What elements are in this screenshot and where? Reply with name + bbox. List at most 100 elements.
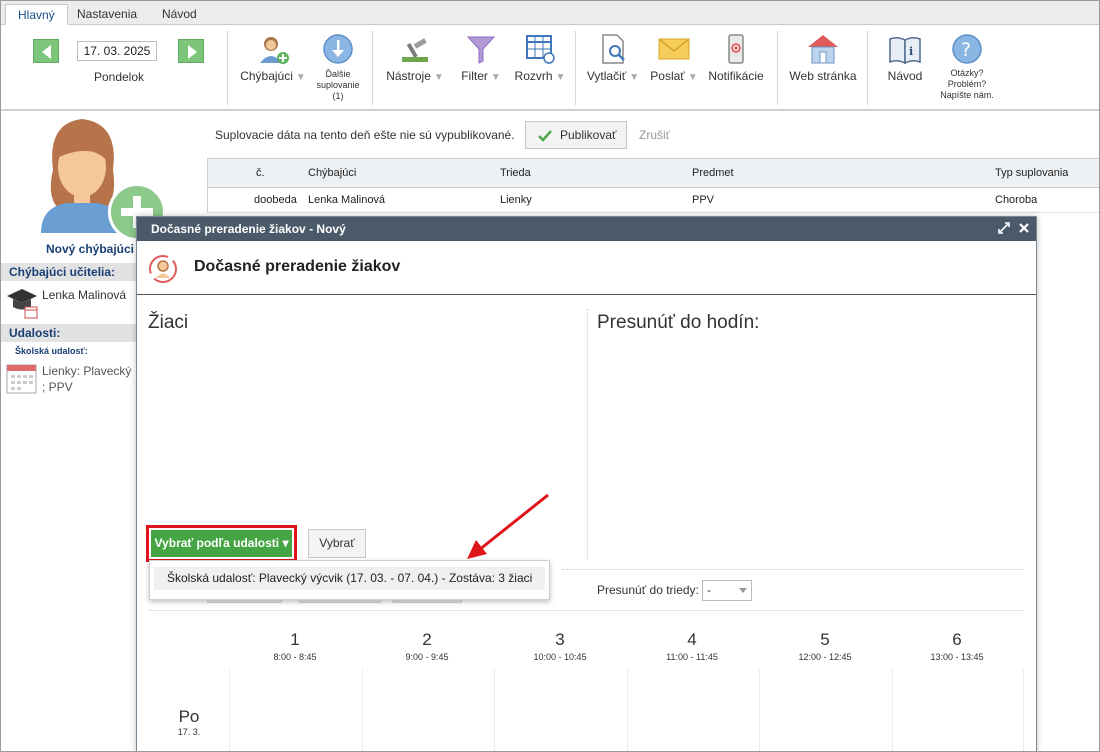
- manual-button[interactable]: i Návod: [879, 33, 931, 83]
- events-heading: Udalosti:: [1, 324, 136, 342]
- more-substitutions-line2: suplovanie: [316, 80, 360, 90]
- select-by-event-button[interactable]: Vybrať podľa udalosti ▾: [151, 530, 292, 557]
- website-button[interactable]: Web stránka: [787, 33, 859, 83]
- timetable-button[interactable]: Rozvrh ▼: [511, 33, 569, 83]
- event-dropdown-menu: Školská udalosť: Plavecký výcvik (17. 03…: [149, 560, 550, 600]
- dialog-header: Dočasné preradenie žiakov: [137, 241, 1036, 295]
- table-cell: doobeda: [254, 194, 297, 206]
- students-heading: Žiaci: [148, 312, 189, 333]
- period-time: 8:00 - 8:45: [273, 652, 317, 662]
- event-line1: Lienky: Plavecký: [42, 364, 132, 378]
- tools-icon: [402, 38, 428, 62]
- left-panel: Nový chýbajúci Chýbajúci učitelia: Lenka…: [1, 113, 166, 751]
- period-header: 6 13:00 - 13:45: [891, 630, 1023, 662]
- period-number: 4: [687, 630, 697, 649]
- dialog-title-bar[interactable]: Dočasné preradenie žiakov - Nový: [137, 217, 1036, 241]
- filter-button[interactable]: Filter ▼: [456, 33, 506, 83]
- notifications-button[interactable]: Notifikácie: [706, 33, 766, 83]
- maximize-icon[interactable]: [997, 221, 1011, 235]
- cancel-button[interactable]: Zrušiť: [639, 128, 670, 142]
- column-header[interactable]: Chýbajúci: [308, 167, 356, 179]
- timetable-label: Rozvrh: [514, 69, 553, 83]
- event-menu-item[interactable]: Školská udalosť: Plavecký výcvik (17. 03…: [154, 567, 545, 590]
- close-icon[interactable]: [1017, 221, 1031, 235]
- timetable-icon: [526, 35, 555, 64]
- event-line2: ; PPV: [42, 380, 73, 394]
- select-by-event-label: Vybrať podľa udalosti: [154, 536, 280, 550]
- chevron-down-icon: ▼: [295, 72, 306, 83]
- lesson-slot[interactable]: [229, 669, 362, 751]
- home-icon: [808, 35, 838, 64]
- column-header[interactable]: č.: [256, 167, 265, 179]
- tools-button[interactable]: Nástroje ▼: [384, 33, 446, 83]
- day-label: Pondelok: [93, 70, 145, 84]
- chevron-down-icon: ▼: [433, 72, 444, 83]
- ribbon-divider: [227, 31, 228, 105]
- table-cell: Lienky: [500, 194, 532, 206]
- send-button[interactable]: Poslať ▼: [647, 33, 701, 83]
- next-day-button[interactable]: [178, 39, 204, 63]
- column-header[interactable]: Trieda: [500, 167, 531, 179]
- tools-label: Nástroje: [386, 69, 431, 83]
- tab-navod[interactable]: Návod: [150, 4, 209, 25]
- select-button[interactable]: Vybrať: [308, 529, 366, 558]
- period-number: 5: [820, 630, 830, 649]
- move-to-class-select[interactable]: -: [702, 580, 752, 601]
- print-preview-icon: [602, 34, 625, 64]
- chevron-down-icon: [739, 588, 747, 593]
- graduation-cap-icon: [7, 289, 38, 319]
- lesson-slot[interactable]: [494, 669, 627, 751]
- period-number: 6: [952, 630, 962, 649]
- column-header[interactable]: Predmet: [692, 167, 734, 179]
- tab-hlavny[interactable]: Hlavný: [5, 4, 68, 25]
- arrow-left-icon: [42, 45, 51, 59]
- new-absent-link[interactable]: Nový chýbajúci: [1, 242, 136, 256]
- help-contact-button[interactable]: ? Otázky? Problém? Napíšte nám.: [935, 33, 999, 101]
- ribbon-divider: [777, 31, 778, 105]
- ribbon-toolbar: 17. 03. 2025 Pondelok Chýbajúci ▼ Ďalšie…: [1, 25, 1099, 111]
- substitution-grid-header: č. Chýbajúci Trieda Predmet Typ suplovan…: [207, 158, 1099, 188]
- svg-text:i: i: [909, 45, 913, 58]
- chevron-down-icon: ▼: [687, 72, 698, 83]
- absent-button[interactable]: Chýbajúci ▼: [238, 33, 308, 83]
- column-divider: [587, 309, 588, 559]
- ribbon-divider: [867, 31, 868, 105]
- ribbon-divider: [372, 31, 373, 105]
- print-button[interactable]: Vytlačiť ▼: [585, 33, 641, 83]
- table-row[interactable]: doobeda Lenka Malinová Lienky PPV Chorob…: [207, 188, 1099, 213]
- absent-button-label: Chýbajúci: [240, 69, 293, 83]
- period-header: 2 9:00 - 9:45: [361, 630, 493, 662]
- column-header[interactable]: Typ suplovania: [995, 167, 1068, 179]
- tab-nastavenia[interactable]: Nastavenia: [65, 4, 149, 25]
- table-cell: PPV: [692, 194, 715, 206]
- event-item[interactable]: Lienky: Plavecký ; PPV: [42, 363, 131, 395]
- highlight-frame: Vybrať podľa udalosti ▾: [146, 525, 297, 562]
- calendar-icon: [6, 364, 37, 394]
- more-substitutions-line1: Ďalšie: [325, 69, 351, 79]
- dialog-heading: Dočasné preradenie žiakov: [194, 258, 401, 275]
- school-event-label: Školská udalosť:: [15, 346, 88, 356]
- tab-bar: Hlavný Nastavenia Návod: [1, 1, 1099, 25]
- previous-day-button[interactable]: [33, 39, 59, 63]
- table-cell: Choroba: [995, 194, 1038, 206]
- chevron-down-icon: ▼: [490, 72, 501, 83]
- notifications-label: Notifikácie: [708, 69, 764, 83]
- table-cell: Lenka Malinová: [308, 194, 386, 206]
- lesson-slot[interactable]: [627, 669, 759, 751]
- date-field[interactable]: 17. 03. 2025: [77, 41, 157, 61]
- divider: [562, 569, 1024, 570]
- checkmark-icon: [538, 130, 552, 142]
- publish-button[interactable]: Publikovať: [525, 121, 627, 149]
- more-substitutions-button[interactable]: Ďalšie suplovanie (1): [313, 33, 363, 102]
- question-circle-icon: ?: [952, 34, 982, 64]
- lesson-slot[interactable]: [759, 669, 892, 751]
- period-number: 2: [422, 630, 432, 649]
- date-navigator: 17. 03. 2025 Pondelok: [33, 39, 205, 99]
- lesson-slot[interactable]: [892, 669, 1024, 751]
- absent-teacher-item[interactable]: Lenka Malinová: [42, 288, 126, 302]
- chevron-down-icon: ▼: [555, 72, 566, 83]
- send-label: Poslať: [650, 69, 685, 83]
- lesson-slot[interactable]: [362, 669, 494, 751]
- period-number: 3: [555, 630, 565, 649]
- move-to-class-value: -: [707, 583, 711, 597]
